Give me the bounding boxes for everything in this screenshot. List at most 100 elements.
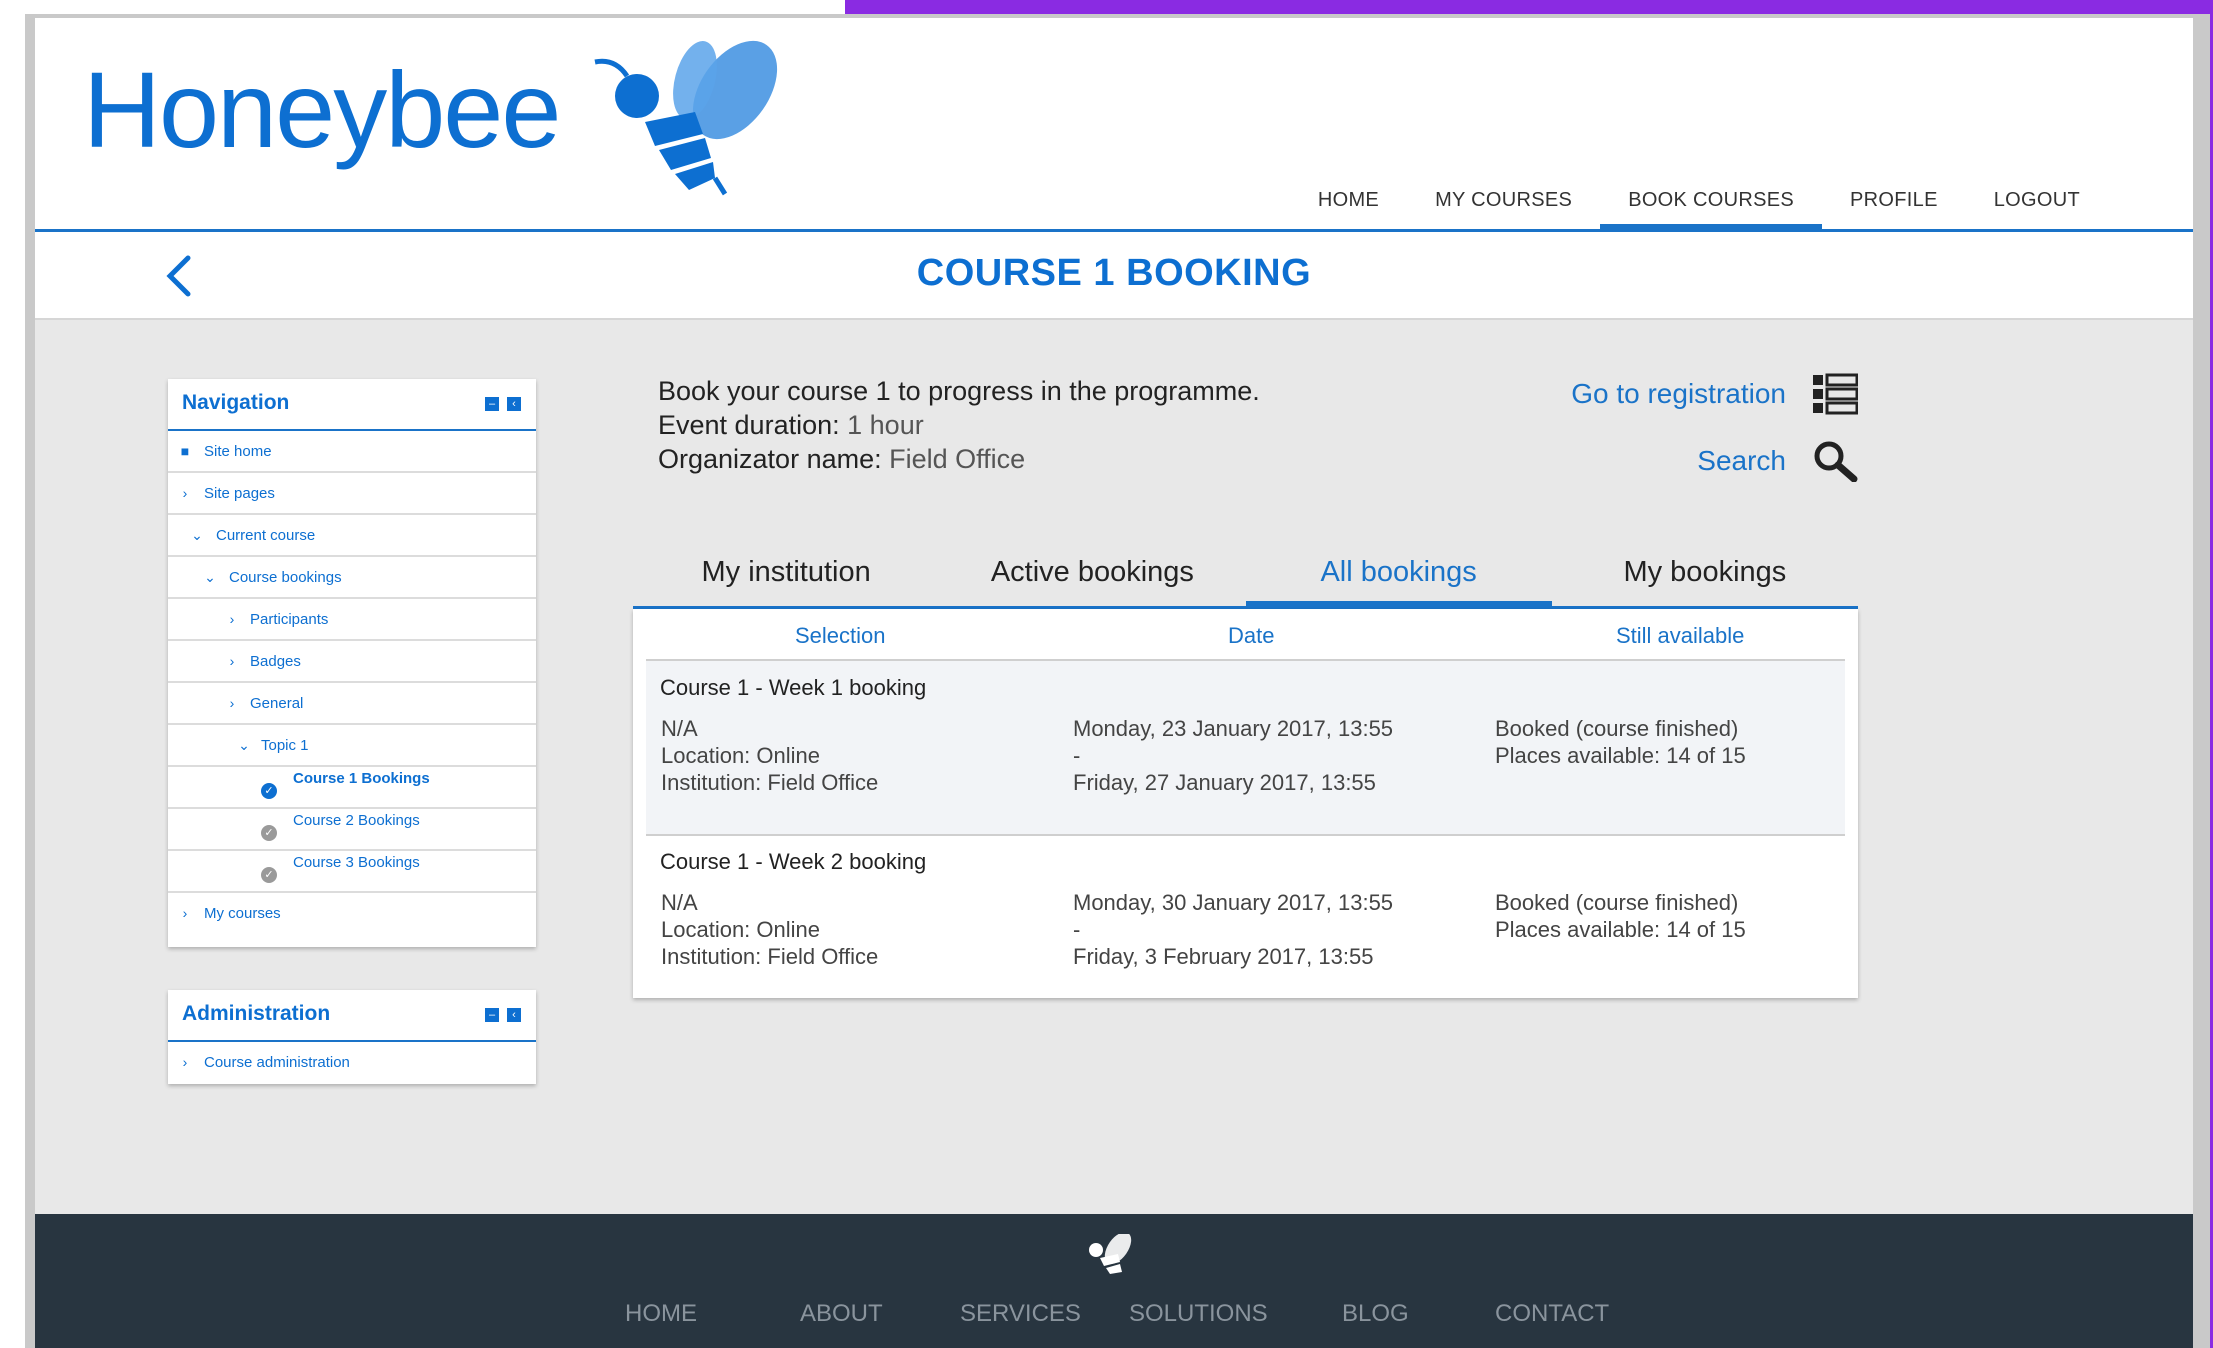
chevron-right-icon: › [229,653,235,669]
tree-item-general[interactable]: › General [168,683,536,725]
selection-institution: Institution: Field Office [661,770,879,795]
chevron-down-icon: ⌄ [204,569,216,585]
selection-cell: N/A Location: Online Institution: Field … [661,889,878,970]
event-duration: Event duration: 1 hour [658,408,1260,442]
tree-item-badges[interactable]: › Badges [168,641,536,683]
tree-item-site-pages[interactable]: › Site pages [168,473,536,515]
column-header-still-available[interactable]: Still available [1616,623,1744,649]
footer-link-about[interactable]: ABOUT [800,1300,883,1328]
tree-item-label: My courses [204,905,281,922]
navigation-block-header: Navigation – ‹ [168,379,536,431]
title-bar: COURSE 1 BOOKING [35,232,2193,320]
places-available: Places available: 14 of 15 [1495,917,1746,942]
bullet-icon: ■ [180,443,190,459]
collapse-icon[interactable]: – [485,1008,499,1022]
nav-profile[interactable]: PROFILE [1822,172,1966,229]
tree-item-label: Topic 1 [261,737,309,754]
collapse-icon[interactable]: – [485,397,499,411]
tab-active-bookings[interactable]: Active bookings [939,530,1245,606]
tree-item-course-2-bookings[interactable]: ✓ Course 2 Bookings [168,809,536,851]
selection-institution: Institution: Field Office [661,944,879,969]
page-title: COURSE 1 BOOKING [916,252,1312,294]
bee-footer-icon [1089,1234,1132,1274]
availability-cell: Booked (course finished) Places availabl… [1495,715,1746,769]
search-link[interactable]: Search [1571,440,1858,482]
logo-text[interactable]: Honeybee [83,56,561,164]
footer-link-blog[interactable]: BLOG [1342,1300,1409,1328]
date-start: Monday, 30 January 2017, 13:55 [1073,890,1394,915]
tree-item-label: Participants [250,611,329,628]
search-icon[interactable] [1812,440,1858,482]
tree-item-course-administration[interactable]: › Course administration [168,1042,536,1084]
availability-cell: Booked (course finished) Places availabl… [1495,889,1746,943]
selection-na: N/A [661,890,698,915]
tree-item-course-3-bookings[interactable]: ✓ Course 3 Bookings [168,851,536,893]
tree-item-label: Site home [204,443,272,460]
organizer-value: Field Office [889,444,1026,474]
footer-link-solutions[interactable]: SOLUTIONS [1129,1300,1268,1328]
selection-location: Location: Online [661,743,820,768]
footer-link-services[interactable]: SERVICES [960,1300,1081,1328]
tree-item-course-1-bookings[interactable]: ✓ Course 1 Bookings [168,767,536,809]
check-circle-icon: ✓ [261,825,277,841]
date-cell: Monday, 23 January 2017, 13:55 - Friday,… [1073,715,1393,796]
dock-icon[interactable]: ‹ [507,1008,521,1022]
nav-my-courses[interactable]: MY COURSES [1407,172,1600,229]
administration-block-title: Administration [182,1002,331,1025]
dock-icon[interactable]: ‹ [507,397,521,411]
tree-item-participants[interactable]: › Participants [168,599,536,641]
organizer-label: Organizator name: [658,444,882,474]
chevron-right-icon: › [229,695,235,711]
bee-logo-icon[interactable] [575,38,795,198]
nav-home[interactable]: HOME [1290,172,1407,229]
registration-link-label[interactable]: Go to registration [1571,378,1786,410]
chevron-down-icon: ⌄ [238,737,250,753]
site-footer: HOME ABOUT SERVICES SOLUTIONS BLOG CONTA… [35,1214,2193,1348]
date-start: Monday, 23 January 2017, 13:55 [1073,716,1394,741]
table-row[interactable]: Course 1 - Week 1 booking N/A Location: … [646,661,1845,836]
tab-all-bookings[interactable]: All bookings [1245,530,1553,609]
tree-item-my-courses[interactable]: › My courses [168,893,536,935]
tab-my-bookings[interactable]: My bookings [1552,530,1858,606]
navigation-block-title: Navigation [182,391,290,414]
registration-link[interactable]: Go to registration [1571,373,1858,415]
footer-link-contact[interactable]: CONTACT [1495,1300,1609,1328]
footer-link-home[interactable]: HOME [625,1300,697,1328]
main-nav: HOME MY COURSES BOOK COURSES PROFILE LOG… [1290,172,2193,232]
tree-item-current-course[interactable]: ⌄ Current course [168,515,536,557]
tab-my-institution[interactable]: My institution [633,530,939,606]
booking-title: Course 1 - Week 2 booking [660,849,927,874]
booking-title: Course 1 - Week 1 booking [660,675,927,700]
booking-tabs: My institution Active bookings All booki… [633,530,1858,609]
tree-item-topic-1[interactable]: ⌄ Topic 1 [168,725,536,767]
navigation-block: Navigation – ‹ ■ Site home › Site pages … [168,379,536,947]
duration-label: Event duration: [658,410,840,440]
tree-item-site-home[interactable]: ■ Site home [168,431,536,473]
course-description: Book your course 1 to progress in the pr… [658,376,1260,406]
date-cell: Monday, 30 January 2017, 13:55 - Friday,… [1073,889,1393,970]
action-links: Go to registration Search [1571,373,1858,508]
date-end: Friday, 3 February 2017, 13:55 [1073,944,1374,969]
chevron-right-icon: › [229,611,235,627]
chevron-right-icon: › [182,485,188,501]
list-icon[interactable] [1812,373,1858,415]
tree-item-course-bookings[interactable]: ⌄ Course bookings [168,557,536,599]
nav-book-courses[interactable]: BOOK COURSES [1600,172,1822,232]
tree-item-label: Badges [250,653,301,670]
date-separator: - [1073,917,1081,942]
accent-bar-top [845,0,2213,14]
duration-value: 1 hour [847,410,924,440]
chevron-down-icon: ⌄ [191,527,203,543]
date-end: Friday, 27 January 2017, 13:55 [1073,770,1376,795]
tree-item-label: General [250,695,304,712]
chevron-right-icon: › [182,1054,188,1070]
search-link-label[interactable]: Search [1697,445,1786,477]
page: Honeybee HOME MY COURSES BOOK COURSES PR… [35,18,2193,1348]
table-row[interactable]: Course 1 - Week 2 booking N/A Location: … [646,835,1845,1008]
nav-logout[interactable]: LOGOUT [1966,172,2108,229]
bookings-table: Selection Date Still available Course 1 … [633,609,1858,998]
administration-block-header: Administration – ‹ [168,990,536,1042]
column-header-selection[interactable]: Selection [795,623,886,649]
column-header-date[interactable]: Date [1228,623,1274,649]
